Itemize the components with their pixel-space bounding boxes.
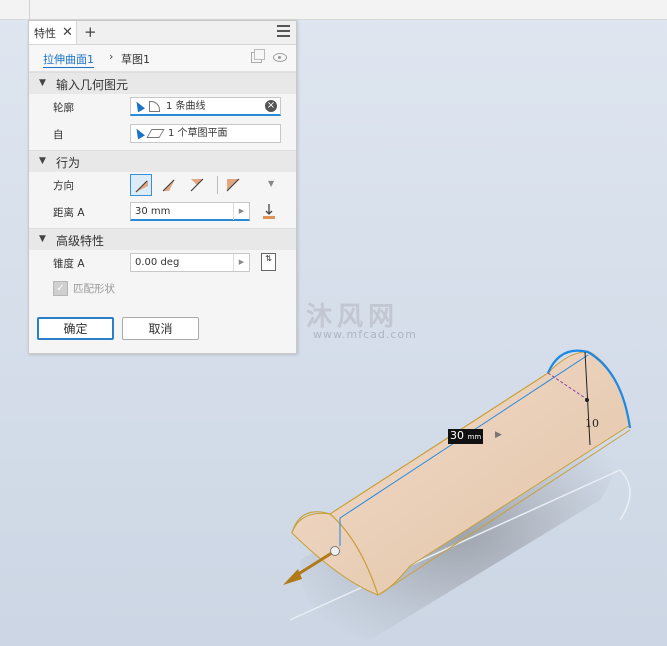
expand-triangle-icon[interactable]: ▶ [233,254,249,271]
extrude-handle[interactable] [330,546,340,556]
select-cursor-icon [133,99,145,113]
collapse-triangle-icon[interactable]: ▼ [39,78,46,88]
taper-row: 锥度 A 0.00 deg ▶ ⇅ [29,250,296,277]
hamburger-menu-icon[interactable] [277,25,290,37]
chevron-down-icon[interactable]: ▼ [268,179,274,188]
from-value: 1 个草图平面 [168,128,228,139]
direction-divider [217,176,218,194]
tab-properties[interactable]: 特性 ✕ [29,21,77,44]
watermark-url: www.mfcad.com [313,328,417,341]
direction-flipped-button[interactable] [158,174,180,196]
distance-input[interactable]: 30 mm ▶ [130,202,250,221]
direction-symmetric-button[interactable] [186,174,208,196]
eye-icon[interactable] [273,53,287,62]
collapse-triangle-icon[interactable]: ▼ [39,234,46,244]
tab-properties-label: 特性 [34,26,56,40]
profile-icon [149,100,160,112]
taper-flip-icon[interactable]: ⇅ [261,253,276,271]
direction-asymmetric-icon [226,178,240,192]
from-row: 自 1 个草图平面 [29,121,296,148]
select-cursor-icon [133,126,145,140]
cancel-button[interactable]: 取消 [122,317,199,340]
center-point [585,398,589,402]
dimension-expand-icon[interactable]: ▶ [495,430,502,440]
from-selector[interactable]: 1 个草图平面 [130,124,281,143]
plane-icon [146,128,165,138]
direction-flipped-icon [162,179,175,192]
collapse-triangle-icon[interactable]: ▼ [39,156,46,166]
taper-input[interactable]: 0.00 deg ▶ [130,253,250,272]
breadcrumb: 拉伸曲面1 › 草图1 [29,45,296,72]
panel-tab-bar: 特性 ✕ + [29,21,296,45]
distance-value: 30 mm [135,206,171,217]
ok-button[interactable]: 确定 [37,317,114,340]
distance-row: 距离 A 30 mm ▶ [29,199,296,226]
taper-label: 锥度 A [53,258,85,270]
match-shape-label: 匹配形状 [73,283,115,295]
extrude-arrow-head[interactable] [283,569,302,585]
clear-selection-icon[interactable]: × [265,100,277,112]
match-shape-row: ✓ 匹配形状 [29,277,296,302]
direction-label: 方向 [53,180,74,192]
direction-symmetric-icon [190,178,204,192]
breadcrumb-feature[interactable]: 拉伸曲面1 [43,51,94,68]
profile-selector[interactable]: 1 条曲线 × [130,97,281,116]
taper-value: 0.00 deg [135,257,180,268]
direction-default-icon [135,180,148,193]
chevron-right-icon: › [109,50,114,63]
distance-dimension-box[interactable]: 30 mm [448,429,484,444]
profile-label: 轮廓 [53,102,74,114]
copy-icon[interactable] [251,49,265,63]
distance-measure-icon[interactable] [261,202,277,221]
section-title: 输入几何图元 [56,78,129,92]
add-tab-icon[interactable]: + [84,23,97,41]
distance-dimension-value[interactable]: 30 [450,429,464,442]
close-icon[interactable]: ✕ [62,25,73,40]
match-shape-checkbox[interactable]: ✓ [53,281,68,296]
expand-triangle-icon[interactable]: ▶ [233,203,249,220]
radius-dimension[interactable]: 10 [585,417,599,430]
section-advanced[interactable]: ▼ 高级特性 [29,228,296,250]
distance-label: 距离 A [53,207,85,219]
properties-panel: 特性 ✕ + 拉伸曲面1 › 草图1 ▼ 输入几何图元 轮廓 1 条曲线 × 自… [28,20,297,354]
section-title: 行为 [56,156,81,170]
profile-value: 1 条曲线 [166,101,206,112]
profile-row: 轮廓 1 条曲线 × [29,94,296,121]
breadcrumb-sketch[interactable]: 草图1 [121,51,150,67]
direction-asymmetric-button[interactable] [222,174,244,196]
section-title: 高级特性 [56,234,105,248]
from-label: 自 [53,129,64,141]
distance-dimension-unit: mm [467,433,482,441]
direction-default-button[interactable] [130,174,152,196]
section-input-geometry[interactable]: ▼ 输入几何图元 [29,72,296,94]
direction-row: 方向 ▼ [29,172,296,199]
section-behavior[interactable]: ▼ 行为 [29,150,296,172]
